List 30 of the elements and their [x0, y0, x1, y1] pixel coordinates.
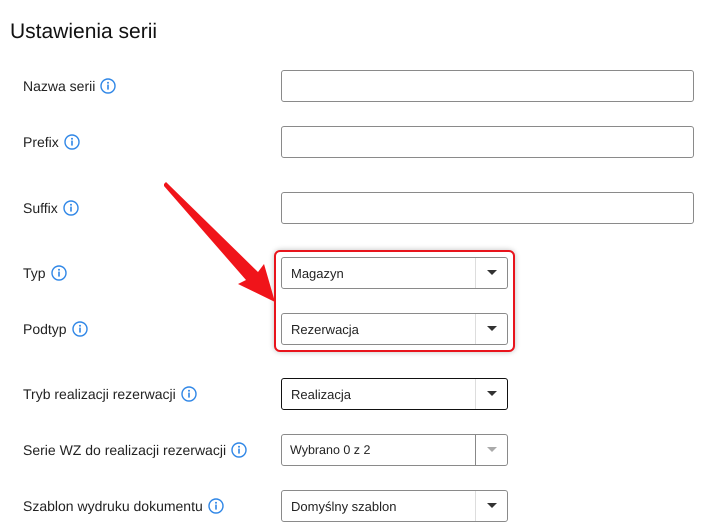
text-field[interactable] — [281, 126, 694, 158]
info-icon[interactable] — [64, 134, 80, 150]
dropdown[interactable]: Wybrano 0 z 2 — [281, 434, 508, 466]
field-label: Suffix — [23, 200, 58, 216]
dropdown[interactable]: Magazyn — [281, 257, 508, 289]
page-title: Ustawienia serii — [9, 19, 158, 45]
field-label: Serie WZ do realizacji rezerwacji — [23, 442, 226, 458]
caret-icon — [486, 270, 496, 276]
caret-icon — [486, 447, 496, 453]
field-label: Szablon wydruku dokumentu — [23, 498, 203, 514]
info-icon[interactable] — [72, 321, 88, 337]
dropdown[interactable]: Realizacja — [281, 378, 508, 410]
info-icon[interactable] — [208, 498, 224, 514]
info-icon[interactable] — [180, 386, 197, 402]
dropdown[interactable]: Domyślny szablon — [281, 490, 508, 522]
info-icon[interactable] — [100, 78, 116, 94]
caret-icon — [486, 391, 496, 397]
info-icon[interactable] — [62, 200, 79, 216]
field-label: Prefix — [23, 134, 59, 150]
caret-icon — [486, 326, 496, 332]
field-label: Typ — [23, 265, 46, 281]
caret-icon — [486, 503, 496, 509]
dropdown[interactable]: Rezerwacja — [281, 313, 508, 345]
info-icon[interactable] — [231, 442, 248, 458]
field-label: Podtyp — [23, 321, 67, 337]
text-field[interactable] — [281, 70, 694, 102]
info-icon[interactable] — [50, 265, 67, 281]
field-label: Tryb realizacji rezerwacji — [23, 386, 176, 402]
text-field[interactable] — [281, 192, 694, 224]
field-label: Nazwa serii — [23, 78, 96, 94]
